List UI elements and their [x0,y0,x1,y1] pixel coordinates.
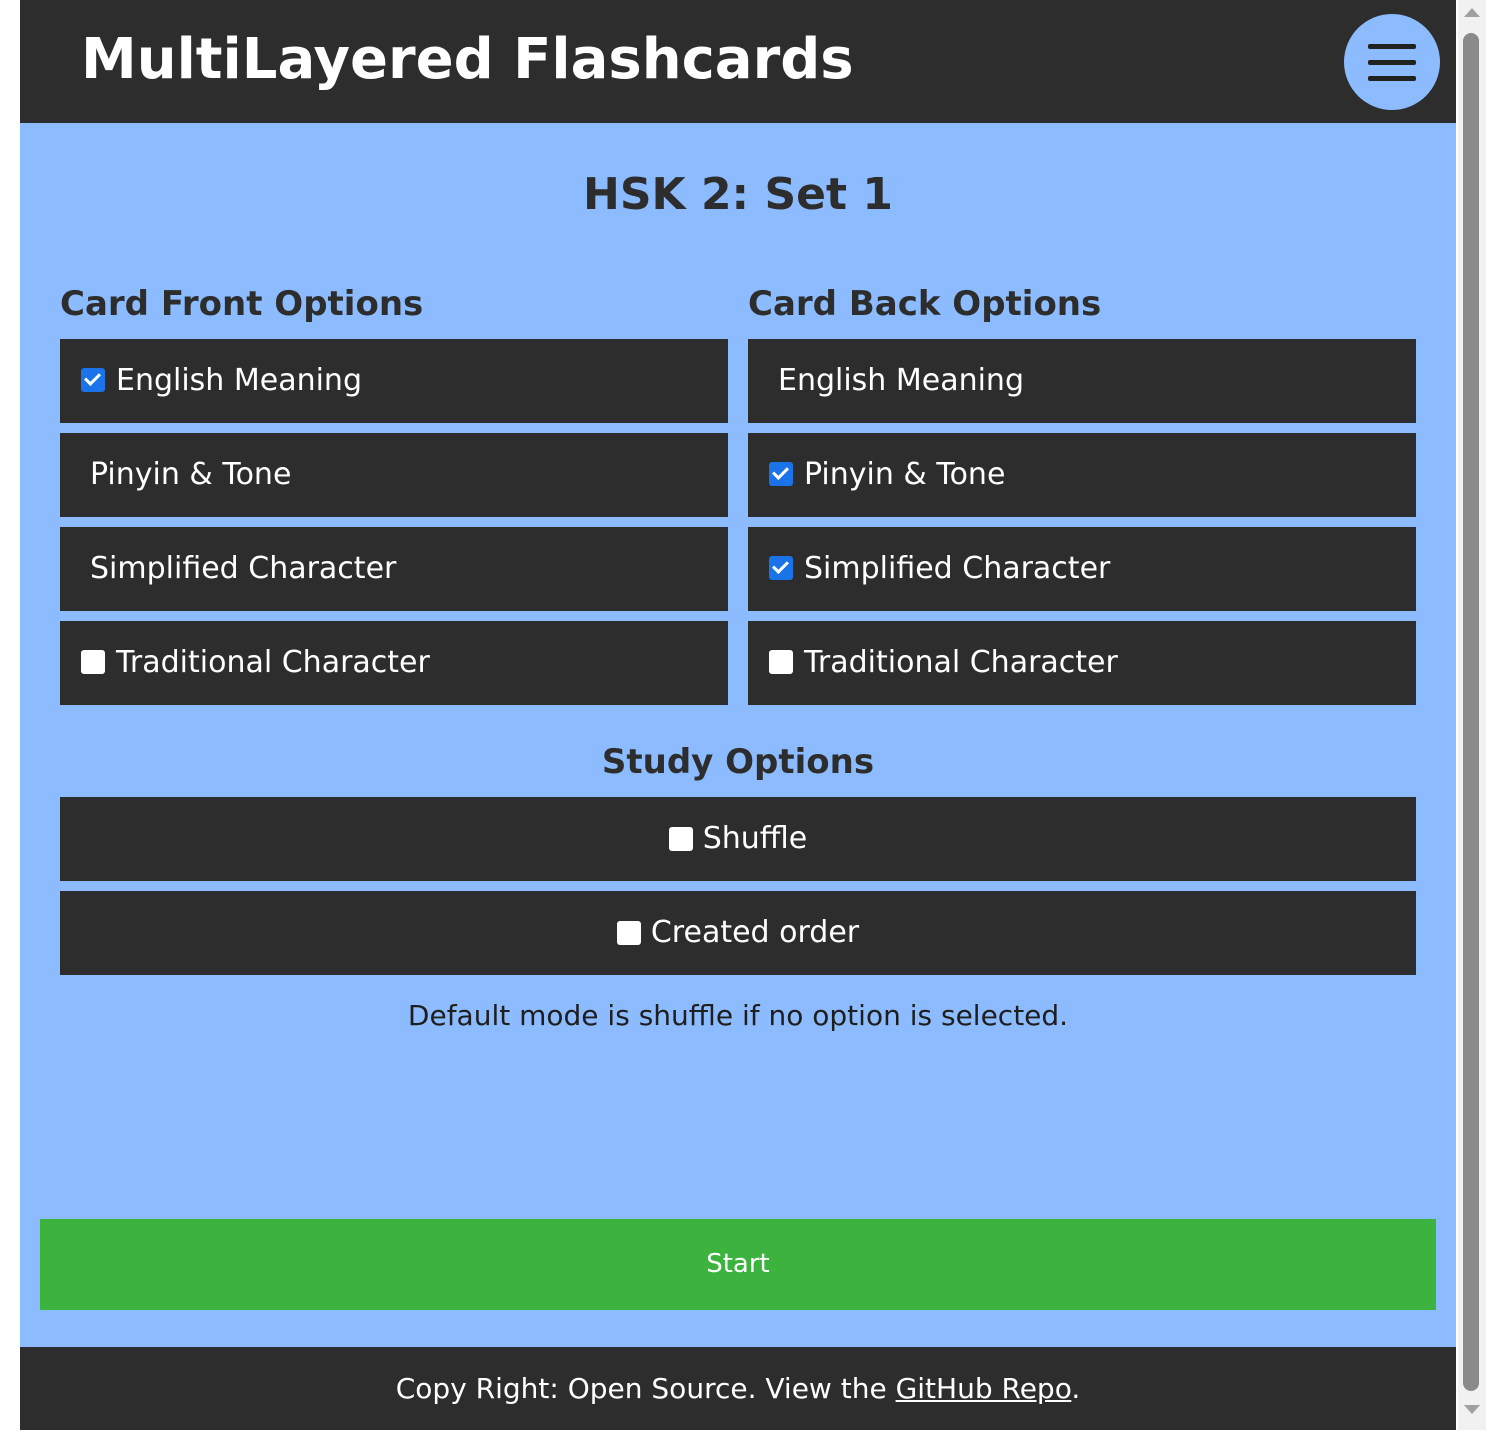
default-mode-note: Default mode is shuffle if no option is … [407,999,1069,1032]
scrollbar-thumb[interactable] [1463,33,1479,1391]
study-option-label: Created order [650,915,860,950]
front-english-meaning-checkbox[interactable] [81,368,105,392]
back-option-label: Pinyin & Tone [804,457,1006,492]
card-back-heading: Card Back Options [748,284,1102,324]
back-option-label: Simplified Character [804,551,1111,586]
back-option-simplified-character[interactable]: Simplified Character [748,527,1416,611]
github-repo-link[interactable]: GitHub Repo [896,1372,1072,1405]
footer: Copy Right: Open Source. View the GitHub… [20,1347,1456,1430]
scroll-up-arrow-icon[interactable] [1464,8,1480,17]
footer-text: Copy Right: Open Source. View the [395,1372,896,1405]
back-option-label: English Meaning [778,363,1024,398]
app-viewport: MultiLayered Flashcards HSK 2: Set 1 Car… [20,0,1456,1430]
app-header: MultiLayered Flashcards [20,0,1456,123]
card-front-heading: Card Front Options [60,284,424,324]
app-title: MultiLayered Flashcards [81,27,854,92]
start-button[interactable]: Start [40,1219,1436,1310]
vertical-scrollbar[interactable] [1458,0,1486,1430]
front-option-pinyin-tone[interactable]: Pinyin & Tone [60,433,728,517]
shuffle-checkbox[interactable] [668,827,693,851]
menu-button[interactable] [1344,14,1440,110]
front-option-label: English Meaning [116,363,362,398]
scroll-down-arrow-icon[interactable] [1464,1405,1480,1414]
study-option-created-order[interactable]: Created order [60,891,1416,975]
back-option-pinyin-tone[interactable]: Pinyin & Tone [748,433,1416,517]
back-simplified-character-checkbox[interactable] [769,556,793,580]
front-traditional-character-checkbox[interactable] [81,650,105,674]
back-traditional-character-checkbox[interactable] [769,650,793,674]
study-options-heading: Study Options [601,742,875,782]
front-option-traditional-character[interactable]: Traditional Character [60,621,728,705]
front-option-english-meaning[interactable]: English Meaning [60,339,728,423]
set-title: HSK 2: Set 1 [583,169,893,220]
front-option-simplified-character[interactable]: Simplified Character [60,527,728,611]
front-option-label: Simplified Character [90,551,397,586]
study-option-shuffle[interactable]: Shuffle [60,797,1416,881]
study-option-label: Shuffle [702,821,808,856]
created-order-checkbox[interactable] [616,921,641,945]
front-option-label: Traditional Character [116,645,430,680]
back-pinyin-tone-checkbox[interactable] [769,462,793,486]
back-option-english-meaning[interactable]: English Meaning [748,339,1416,423]
back-option-traditional-character[interactable]: Traditional Character [748,621,1416,705]
front-option-label: Pinyin & Tone [90,457,292,492]
footer-suffix: . [1071,1372,1081,1405]
back-option-label: Traditional Character [804,645,1118,680]
